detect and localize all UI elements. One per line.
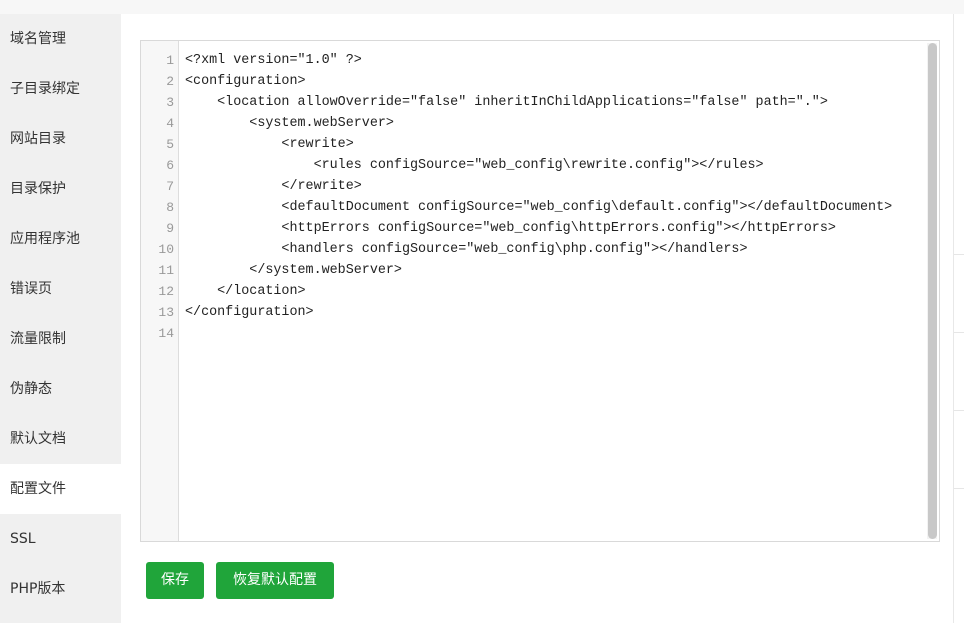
code-line[interactable]: </rewrite> (185, 176, 925, 197)
code-line[interactable] (185, 323, 925, 344)
background-page-edge (953, 14, 964, 623)
code-line[interactable]: <configuration> (185, 71, 925, 92)
sidebar-item-config-file[interactable]: 配置文件 (0, 464, 121, 514)
line-number: 8 (166, 200, 174, 215)
code-line[interactable]: <rules configSource="web_config\rewrite.… (185, 155, 925, 176)
sidebar-item-rewrite[interactable]: 伪静态 (0, 364, 121, 414)
line-number: 9 (166, 221, 174, 236)
sidebar-item-domain-management[interactable]: 域名管理 (0, 14, 121, 64)
sidebar-item-app-pool[interactable]: 应用程序池 (0, 214, 121, 264)
line-number: 4 (166, 116, 174, 131)
line-number: 5 (166, 137, 174, 152)
code-line[interactable]: </configuration> (185, 302, 925, 323)
line-number: 3 (166, 95, 174, 110)
site-config-panel: 域名管理 子目录绑定 网站目录 目录保护 应用程序池 错误页 流量限制 伪静态 … (0, 0, 964, 623)
sidebar-item-subdirectory-binding[interactable]: 子目录绑定 (0, 64, 121, 114)
code-line[interactable]: <?xml version="1.0" ?> (185, 50, 925, 71)
code-line[interactable]: <rewrite> (185, 134, 925, 155)
line-number: 12 (158, 284, 174, 299)
code-line[interactable]: <system.webServer> (185, 113, 925, 134)
line-number-gutter: 1 2 3 4 5 6 7 8 9 10 11 12 13 14 (141, 41, 179, 541)
sidebar: 域名管理 子目录绑定 网站目录 目录保护 应用程序池 错误页 流量限制 伪静态 … (0, 14, 121, 623)
sidebar-item-traffic-limit[interactable]: 流量限制 (0, 314, 121, 364)
line-number: 10 (158, 242, 174, 257)
scrollbar-thumb[interactable] (928, 43, 937, 539)
code-line[interactable]: <location allowOverride="false" inheritI… (185, 92, 925, 113)
save-button[interactable]: 保存 (146, 562, 204, 599)
sidebar-item-ssl[interactable]: SSL (0, 514, 121, 564)
line-number: 14 (158, 326, 174, 341)
sidebar-item-default-document[interactable]: 默认文档 (0, 414, 121, 464)
editor-scrollbar[interactable] (927, 43, 937, 539)
sidebar-item-site-directory[interactable]: 网站目录 (0, 114, 121, 164)
divider (954, 254, 964, 255)
sidebar-item-php-version[interactable]: PHP版本 (0, 564, 121, 614)
code-line[interactable]: </system.webServer> (185, 260, 925, 281)
code-line[interactable]: </location> (185, 281, 925, 302)
code-line[interactable]: <handlers configSource="web_config\php.c… (185, 239, 925, 260)
line-number: 1 (166, 53, 174, 68)
top-bar (0, 0, 964, 14)
code-line[interactable]: <defaultDocument configSource="web_confi… (185, 197, 925, 218)
line-number: 7 (166, 179, 174, 194)
code-content[interactable]: <?xml version="1.0" ?> <configuration> <… (185, 50, 925, 344)
code-line[interactable]: <httpErrors configSource="web_config\htt… (185, 218, 925, 239)
restore-default-config-button[interactable]: 恢复默认配置 (216, 562, 334, 599)
divider (954, 332, 964, 333)
line-number: 2 (166, 74, 174, 89)
line-number: 6 (166, 158, 174, 173)
line-number: 13 (158, 305, 174, 320)
sidebar-item-error-page[interactable]: 错误页 (0, 264, 121, 314)
sidebar-item-directory-protection[interactable]: 目录保护 (0, 164, 121, 214)
divider (954, 488, 964, 489)
divider (954, 410, 964, 411)
config-code-editor[interactable]: 1 2 3 4 5 6 7 8 9 10 11 12 13 14 <?xml v… (140, 40, 940, 542)
line-number: 11 (158, 263, 174, 278)
